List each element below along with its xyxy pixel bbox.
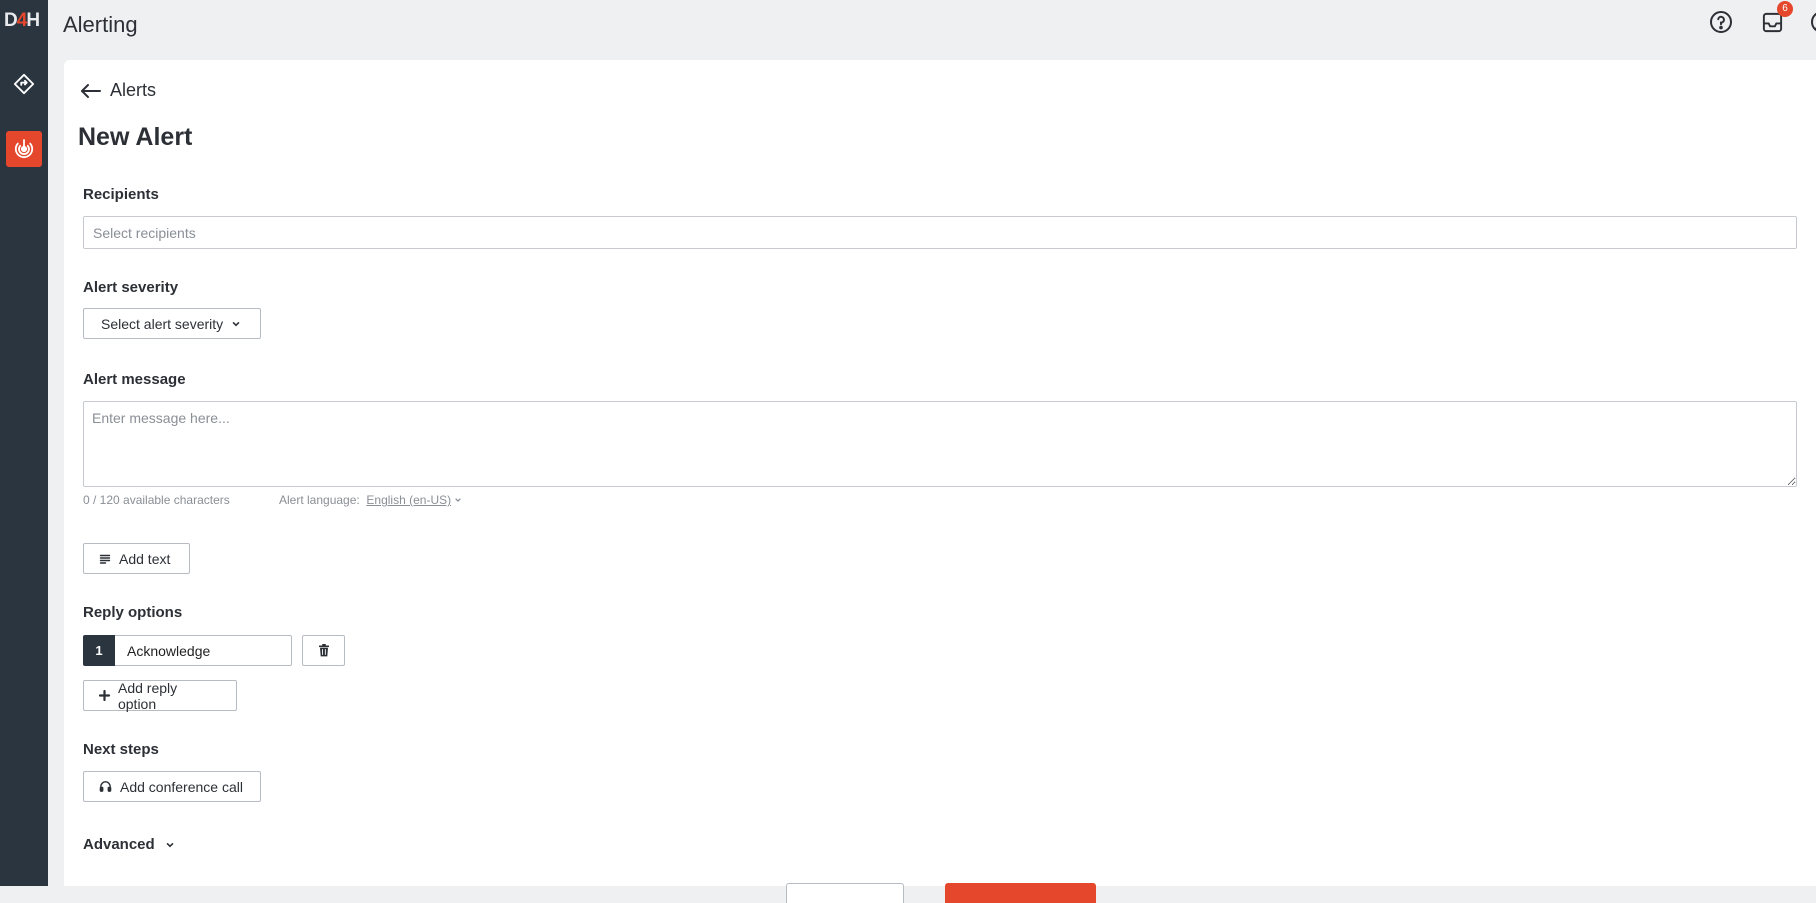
text-lines-icon [99, 554, 111, 564]
reply-option-input[interactable] [115, 635, 292, 666]
reply-option-row: 1 [83, 635, 345, 666]
send-alert-button[interactable] [945, 883, 1096, 903]
diamond-arrow-icon [13, 73, 35, 95]
main-panel: Alerts New Alert Recipients Alert severi… [64, 60, 1816, 903]
help-icon [1710, 11, 1732, 33]
page-title: New Alert [78, 123, 193, 151]
add-reply-option-button[interactable]: Add reply option [83, 679, 237, 712]
add-text-label: Add text [119, 550, 171, 567]
advanced-label: Advanced [83, 836, 155, 853]
alert-message-textarea[interactable] [83, 401, 1797, 487]
logo-letter-d: D [4, 10, 18, 31]
alert-severity-select-label: Select alert severity [101, 315, 224, 332]
help-button[interactable] [1707, 8, 1735, 36]
alert-language-select[interactable]: English (en-US) [366, 493, 451, 507]
back-link-label: Alerts [110, 80, 157, 100]
reply-option-group: 1 [83, 635, 292, 666]
inbox-badge: 6 [1777, 1, 1793, 17]
reply-option-number: 1 [83, 635, 115, 666]
alert-severity-label: Alert severity [83, 279, 179, 296]
logo-letter-h: H [26, 10, 40, 31]
headset-icon [99, 781, 112, 792]
d4h-logo[interactable]: D4H [4, 10, 46, 36]
back-to-alerts-link[interactable]: Alerts [80, 80, 156, 101]
add-reply-option-label: Add reply option [117, 679, 178, 712]
recipients-input[interactable] [83, 216, 1797, 249]
chevron-down-icon [455, 498, 462, 502]
alert-severity-select[interactable]: Select alert severity [83, 308, 261, 339]
alerting-icon [14, 139, 34, 159]
advanced-toggle[interactable]: Advanced [83, 836, 175, 853]
next-steps-label: Next steps [83, 741, 159, 758]
plus-icon [99, 690, 110, 701]
arrow-left-icon [81, 83, 101, 98]
sidebar: D4H [0, 0, 48, 886]
inbox-button[interactable]: 6 [1758, 1, 1793, 36]
trash-icon [318, 644, 329, 657]
add-text-button[interactable]: Add text [83, 543, 190, 574]
chevron-down-icon [166, 842, 174, 847]
character-count: 0 / 120 available characters [83, 493, 230, 507]
add-conference-call-button[interactable]: Add conference call [83, 771, 261, 802]
app-title: Alerting [63, 12, 138, 37]
top-bar: Alerting 6 [48, 0, 1816, 60]
delete-reply-option-button[interactable] [302, 635, 345, 666]
cancel-button[interactable] [786, 883, 904, 903]
alert-language: Alert language: English (en-US) [279, 493, 462, 507]
alert-message-label: Alert message [83, 371, 186, 388]
sidebar-item-alerting[interactable] [6, 131, 42, 167]
alert-language-label: Alert language: [279, 493, 360, 507]
chevron-down-icon [232, 321, 240, 326]
user-icon [1811, 12, 1816, 32]
logo-digit-4: 4 [16, 10, 28, 31]
sidebar-item-incidents[interactable] [6, 66, 42, 102]
user-menu-button[interactable] [1808, 8, 1816, 36]
recipients-label: Recipients [83, 186, 159, 203]
add-conference-call-label: Add conference call [120, 778, 243, 795]
reply-options-label: Reply options [83, 604, 183, 621]
